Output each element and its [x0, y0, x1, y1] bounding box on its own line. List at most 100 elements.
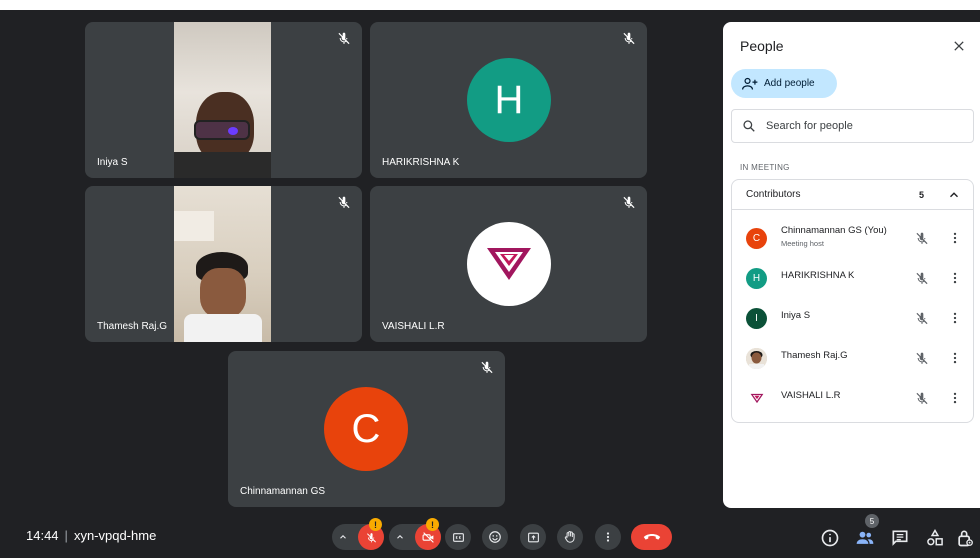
contributors-header[interactable]: Contributors 5 — [732, 180, 973, 210]
mic-off-icon[interactable] — [914, 270, 930, 286]
participant-video — [174, 186, 271, 342]
reactions-button[interactable] — [482, 524, 508, 550]
add-person-icon — [742, 77, 758, 90]
more-vert-icon — [606, 532, 610, 542]
clock: 14:44 — [26, 528, 59, 543]
raise-hand-button[interactable] — [557, 524, 583, 550]
participant-tile-vaishali[interactable]: VAISHALI L.R — [370, 186, 647, 342]
v-logo-icon — [750, 393, 763, 404]
captions-icon — [452, 532, 464, 542]
participant-name: HARIKRISHNA K — [781, 270, 855, 281]
people-count-badge: 5 — [865, 514, 879, 528]
participant-tile-chinnamannan[interactable]: C Chinnamannan GS — [228, 351, 505, 507]
participant-name: Thamesh Raj.G — [97, 321, 168, 332]
search-box — [731, 109, 974, 143]
separator: | — [64, 528, 68, 543]
participant-name: VAISHALI L.R — [781, 390, 841, 401]
search-input[interactable] — [766, 120, 946, 132]
avatar-initial: I — [755, 313, 758, 324]
warning-badge: ! — [426, 518, 439, 531]
participant-row[interactable]: I Iniya S — [732, 298, 973, 338]
participant-tile-iniya[interactable]: Iniya S — [85, 22, 362, 178]
chat-icon[interactable] — [890, 528, 910, 548]
camera-control: ! — [389, 518, 441, 550]
participant-photo — [746, 348, 767, 369]
participant-avatar: H — [746, 268, 767, 289]
mic-off-icon — [338, 196, 350, 209]
avatar-initial: C — [752, 233, 761, 244]
participant-row[interactable]: C Chinnamannan GS (You) Meeting host — [732, 218, 973, 258]
meeting-info: 14:44 | xyn-vpqd-hme — [26, 528, 156, 543]
control-bar: 14:44 | xyn-vpqd-hme ! ! 5 — [0, 514, 980, 558]
mic-off-icon[interactable] — [914, 310, 930, 326]
emoji-icon — [489, 531, 501, 543]
v-logo-icon — [487, 248, 531, 280]
participant-avatar: I — [746, 308, 767, 329]
activities-icon[interactable] — [925, 528, 945, 548]
section-label: IN MEETING — [740, 163, 790, 172]
meeting-code: xyn-vpqd-hme — [73, 528, 157, 543]
avatar-initial: C — [351, 406, 381, 451]
mic-off-icon — [623, 196, 635, 209]
close-icon[interactable] — [951, 38, 967, 54]
captions-button[interactable] — [445, 524, 471, 550]
warning-badge: ! — [369, 518, 382, 531]
person-photo-icon — [746, 348, 767, 369]
people-panel: People Add people IN MEETING Contributor… — [723, 22, 980, 508]
participant-row[interactable]: Thamesh Raj.G — [732, 338, 973, 378]
avatar-initial: H — [752, 273, 761, 284]
participant-tile-thamesh[interactable]: Thamesh Raj.G — [85, 186, 362, 342]
add-people-label: Add people — [764, 78, 815, 89]
more-vert-icon[interactable] — [948, 230, 962, 246]
contributors-group: Contributors 5 C Chinnamannan GS (You) M… — [731, 179, 974, 423]
participant-row[interactable]: VAISHALI L.R — [732, 378, 973, 418]
participant-row[interactable]: H HARIKRISHNA K — [732, 258, 973, 298]
participant-name: Chinnamannan GS — [240, 486, 326, 497]
more-vert-icon[interactable] — [948, 350, 962, 366]
present-screen-icon — [527, 532, 539, 542]
participant-avatar: H — [467, 58, 551, 142]
add-people-button[interactable]: Add people — [731, 69, 837, 98]
host-controls-icon[interactable] — [955, 528, 975, 548]
mic-off-icon[interactable] — [914, 390, 930, 406]
chevron-up-icon[interactable] — [947, 188, 961, 202]
hang-up-icon — [643, 534, 660, 540]
mic-off-icon[interactable] — [914, 230, 930, 246]
participant-tile-harikrishna[interactable]: H HARIKRISHNA K — [370, 22, 647, 178]
participant-avatar: C — [746, 228, 767, 249]
participant-name: Iniya S — [97, 157, 128, 168]
group-count: 5 — [919, 189, 925, 200]
panel-title: People — [740, 38, 784, 54]
mic-off-icon — [623, 32, 635, 45]
camera-off-icon — [422, 531, 434, 543]
present-button[interactable] — [520, 524, 546, 550]
participant-name: Chinnamannan GS (You) — [781, 225, 887, 236]
more-vert-icon[interactable] — [948, 390, 962, 406]
avatar-initial: H — [494, 77, 524, 122]
search-icon — [743, 120, 755, 132]
mic-off-icon — [481, 361, 493, 374]
more-options-button[interactable] — [595, 524, 621, 550]
group-label: Contributors — [746, 189, 801, 200]
leave-call-button[interactable] — [631, 524, 672, 550]
participant-video — [174, 22, 271, 178]
participant-name: HARIKRISHNA K — [382, 157, 460, 168]
hand-icon — [564, 530, 575, 543]
more-vert-icon[interactable] — [948, 270, 962, 286]
mic-off-icon[interactable] — [914, 350, 930, 366]
participant-name: VAISHALI L.R — [382, 321, 445, 332]
chevron-up-icon[interactable] — [338, 532, 348, 542]
participant-avatar — [467, 222, 551, 306]
info-icon[interactable] — [820, 528, 840, 548]
more-vert-icon[interactable] — [948, 310, 962, 326]
mic-off-icon — [338, 32, 350, 45]
participant-logo — [746, 388, 767, 409]
people-icon[interactable] — [855, 528, 875, 548]
mic-off-icon — [366, 532, 376, 542]
participant-name: Iniya S — [781, 310, 811, 321]
participant-role: Meeting host — [781, 239, 824, 248]
participant-name: Thamesh Raj.G — [781, 350, 848, 361]
participant-avatar: C — [324, 387, 408, 471]
mic-control: ! — [332, 518, 384, 550]
chevron-up-icon[interactable] — [395, 532, 405, 542]
